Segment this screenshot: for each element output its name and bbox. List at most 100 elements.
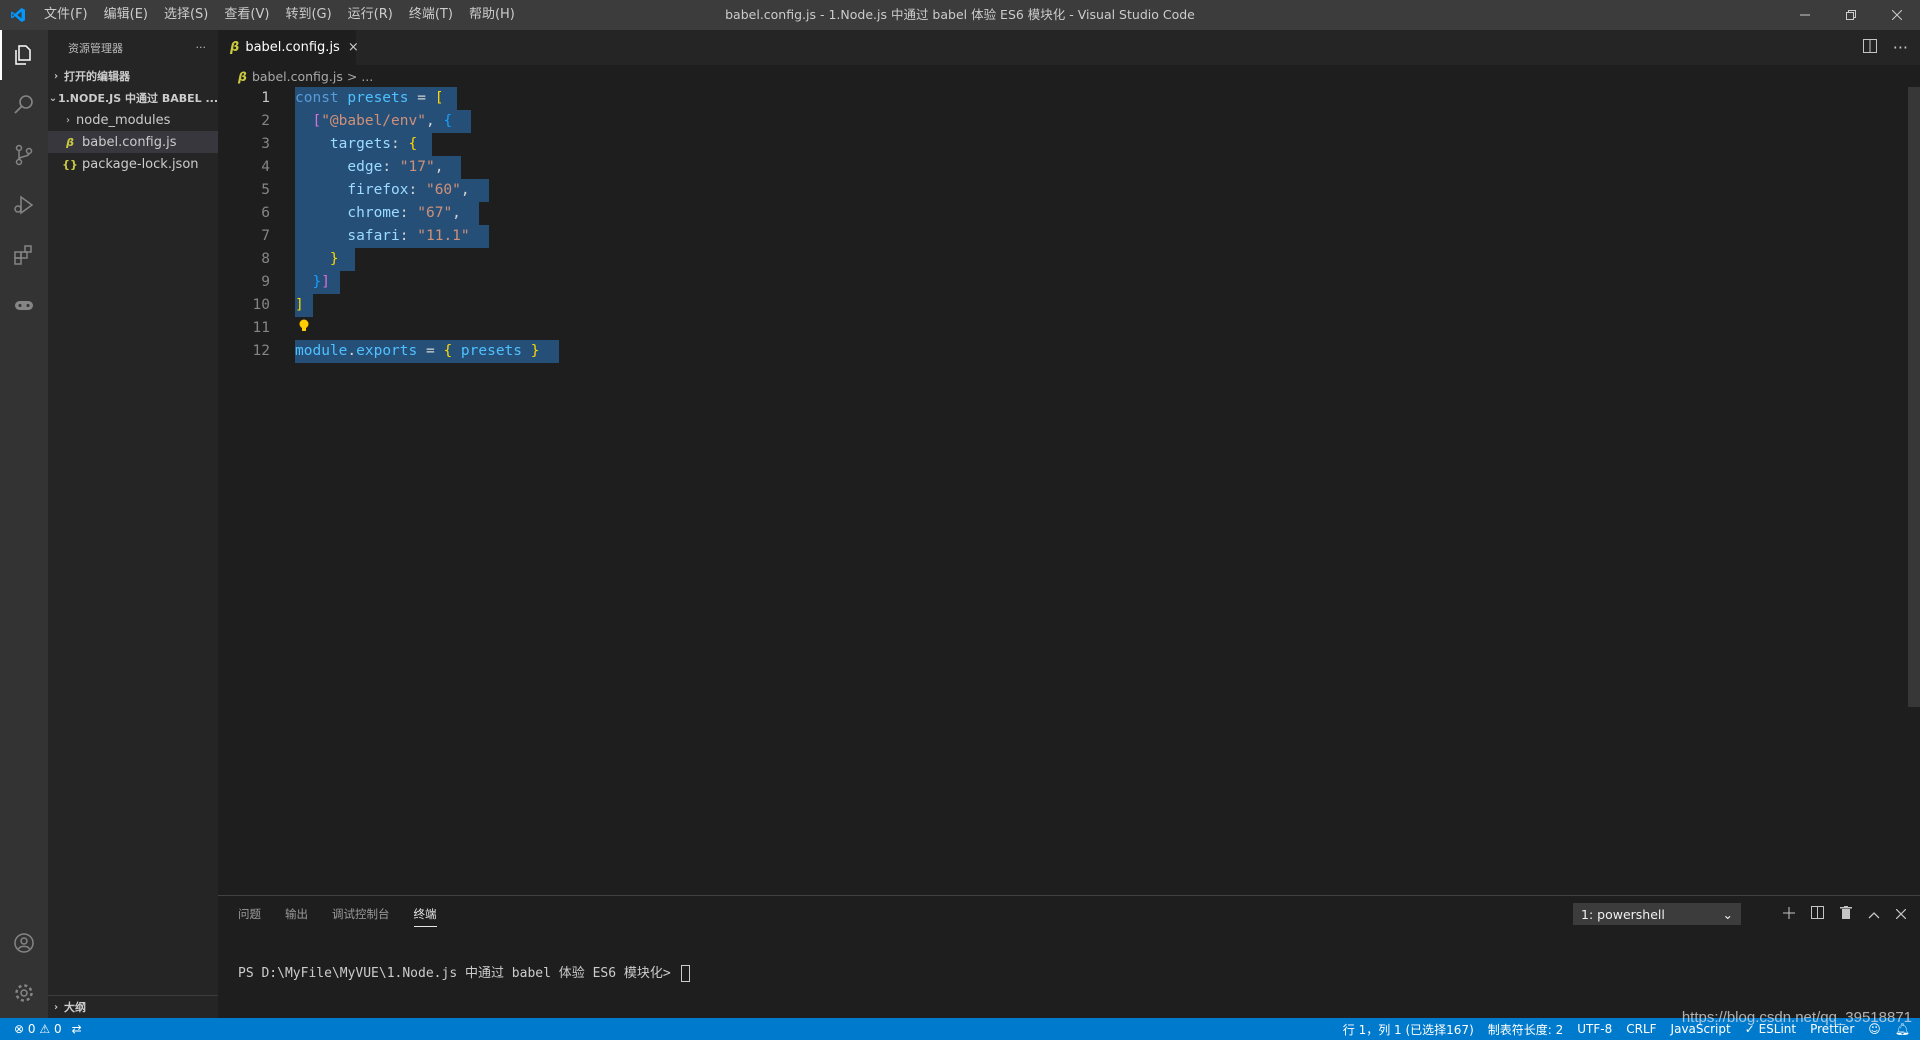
code-line: 1 const presets = [: [218, 87, 1908, 110]
terminal-output[interactable]: PS D:\MyFile\MyVUE\1.Node.js 中通过 babel 体…: [238, 962, 690, 982]
extensions-icon[interactable]: [0, 230, 48, 280]
activity-bottom: [0, 918, 48, 1018]
source-control-icon[interactable]: [0, 130, 48, 180]
encoding[interactable]: UTF-8: [1577, 1022, 1612, 1036]
code-line: 5 firefox: "60",: [218, 179, 1908, 202]
breadcrumb: β babel.config.js > ...: [218, 65, 1920, 87]
search-icon[interactable]: [0, 80, 48, 130]
open-editors-label: 打开的编辑器: [64, 70, 130, 83]
tab-terminal[interactable]: 终端: [413, 906, 437, 927]
menu-help[interactable]: 帮助(H): [461, 0, 523, 30]
code-line: 2 ["@babel/env", {: [218, 110, 1908, 133]
code-line: 9 }]: [218, 271, 1908, 294]
split-editor-icon[interactable]: [1862, 38, 1877, 57]
line-number: 11: [252, 320, 270, 336]
tab-output[interactable]: 输出: [285, 906, 308, 922]
menu-bar: 文件(F) 编辑(E) 选择(S) 查看(V) 转到(G) 运行(R) 终端(T…: [36, 0, 523, 30]
code-text: firefox: "60",: [347, 182, 470, 198]
breadcrumb-file[interactable]: babel.config.js: [252, 69, 343, 84]
more-actions-icon[interactable]: ···: [196, 41, 207, 54]
tree-item-label: babel.config.js: [82, 134, 177, 150]
code-text: safari: "11.1": [347, 228, 470, 244]
tab-label: babel.config.js: [245, 40, 340, 55]
new-terminal-icon[interactable]: [1783, 904, 1795, 923]
remote-gamepad-icon[interactable]: [0, 280, 48, 330]
code-text: ["@babel/env", {: [312, 113, 453, 129]
live-share-icon[interactable]: ⇄: [72, 1022, 82, 1036]
lightbulb-icon[interactable]: [298, 318, 312, 336]
restore-button[interactable]: [1828, 0, 1874, 30]
menu-go[interactable]: 转到(G): [277, 0, 339, 30]
menu-terminal[interactable]: 终端(T): [401, 0, 461, 30]
breadcrumb-symbol[interactable]: ...: [361, 69, 373, 84]
babel-file-icon: β: [230, 40, 240, 55]
code-text: ]: [295, 297, 304, 313]
cursor-position[interactable]: 行 1，列 1 (已选择167): [1343, 1021, 1474, 1038]
menu-view[interactable]: 查看(V): [216, 0, 277, 30]
outline-label: 大纲: [64, 1001, 86, 1014]
tab-problems[interactable]: 问题: [238, 906, 261, 922]
project-folder-section[interactable]: ⌄ 1.NODE.JS 中通过 BABEL ...: [48, 87, 218, 109]
menu-selection[interactable]: 选择(S): [156, 0, 216, 30]
close-icon[interactable]: ×: [348, 40, 359, 55]
code-line: 10]: [218, 294, 1908, 317]
tree-item-package-lock[interactable]: {} package-lock.json: [48, 153, 218, 175]
tab-babel-config[interactable]: β babel.config.js ×: [218, 30, 359, 65]
explorer-title: 资源管理器: [68, 41, 123, 55]
explorer-icon[interactable]: [0, 30, 48, 80]
tree-item-node-modules[interactable]: › node_modules: [48, 109, 218, 131]
terminal-prompt: PS D:\MyFile\MyVUE\1.Node.js 中通过 babel 体…: [238, 966, 679, 981]
open-editors-section[interactable]: › 打开的编辑器: [48, 65, 218, 87]
line-number: 10: [252, 297, 270, 313]
outline-section[interactable]: › 大纲: [48, 995, 218, 1018]
terminal-select[interactable]: 1: powershell ⌄: [1573, 903, 1741, 925]
code-line: 7 safari: "11.1": [218, 225, 1908, 248]
accounts-icon[interactable]: [0, 918, 48, 968]
tab-size[interactable]: 制表符长度: 2: [1488, 1021, 1564, 1038]
run-debug-icon[interactable]: [0, 180, 48, 230]
code-line: 11: [218, 317, 1908, 340]
code-line: 12 module.exports = { presets }: [218, 340, 1908, 363]
chevron-down-icon: ⌄: [1722, 906, 1733, 922]
activity-bar: [0, 30, 48, 1018]
menu-run[interactable]: 运行(R): [340, 0, 401, 30]
problems-indicator[interactable]: ⊗ 0 ⚠ 0: [14, 1022, 62, 1036]
split-terminal-icon[interactable]: [1811, 904, 1824, 923]
json-file-icon: {}: [62, 157, 78, 171]
line-number: 9: [261, 274, 270, 290]
close-window-button[interactable]: [1874, 0, 1920, 30]
error-icon: ⊗: [14, 1022, 25, 1036]
panel-tabs: 问题 输出 调试控制台 终端: [238, 896, 437, 931]
line-number: 5: [261, 182, 270, 198]
chevron-down-icon: ⌄: [48, 92, 58, 104]
line-number: 7: [261, 228, 270, 244]
menu-edit[interactable]: 编辑(E): [96, 0, 156, 30]
title-bar: 文件(F) 编辑(E) 选择(S) 查看(V) 转到(G) 运行(R) 终端(T…: [0, 0, 1920, 30]
status-left: ⊗ 0 ⚠ 0 ⇄: [0, 1022, 82, 1036]
tree-item-babel-config[interactable]: β babel.config.js: [48, 131, 218, 153]
close-panel-icon[interactable]: [1895, 904, 1907, 923]
editor-scrollbar[interactable]: [1908, 87, 1920, 707]
trash-icon[interactable]: [1840, 904, 1852, 923]
more-actions-icon[interactable]: ···: [1893, 38, 1908, 57]
code-line: 4 edge: "17",: [218, 156, 1908, 179]
settings-gear-icon[interactable]: [0, 968, 48, 1018]
end-of-line[interactable]: CRLF: [1626, 1022, 1656, 1036]
line-number: 6: [261, 205, 270, 221]
menu-file[interactable]: 文件(F): [36, 0, 96, 30]
terminal-select-value: 1: powershell: [1581, 906, 1665, 922]
code-editor[interactable]: 1 const presets = [ 2 ["@babel/env", { 3 …: [218, 87, 1908, 895]
code-line: 6 chrome: "67",: [218, 202, 1908, 225]
error-count: 0: [27, 1022, 36, 1036]
babel-file-icon: β: [238, 68, 247, 84]
breadcrumb-separator: >: [346, 68, 358, 84]
line-number: 8: [261, 251, 270, 267]
line-number: 4: [261, 159, 270, 175]
code-line: 3 targets: {: [218, 133, 1908, 156]
bottom-panel: 问题 输出 调试控制台 终端 1: powershell ⌄ PS D:\MyF…: [218, 895, 1920, 1019]
chevron-right-icon: ›: [53, 1001, 59, 1013]
vscode-logo-icon: [0, 0, 36, 30]
tab-debug-console[interactable]: 调试控制台: [332, 906, 390, 922]
minimize-button[interactable]: [1782, 0, 1828, 30]
maximize-panel-icon[interactable]: [1868, 904, 1880, 923]
